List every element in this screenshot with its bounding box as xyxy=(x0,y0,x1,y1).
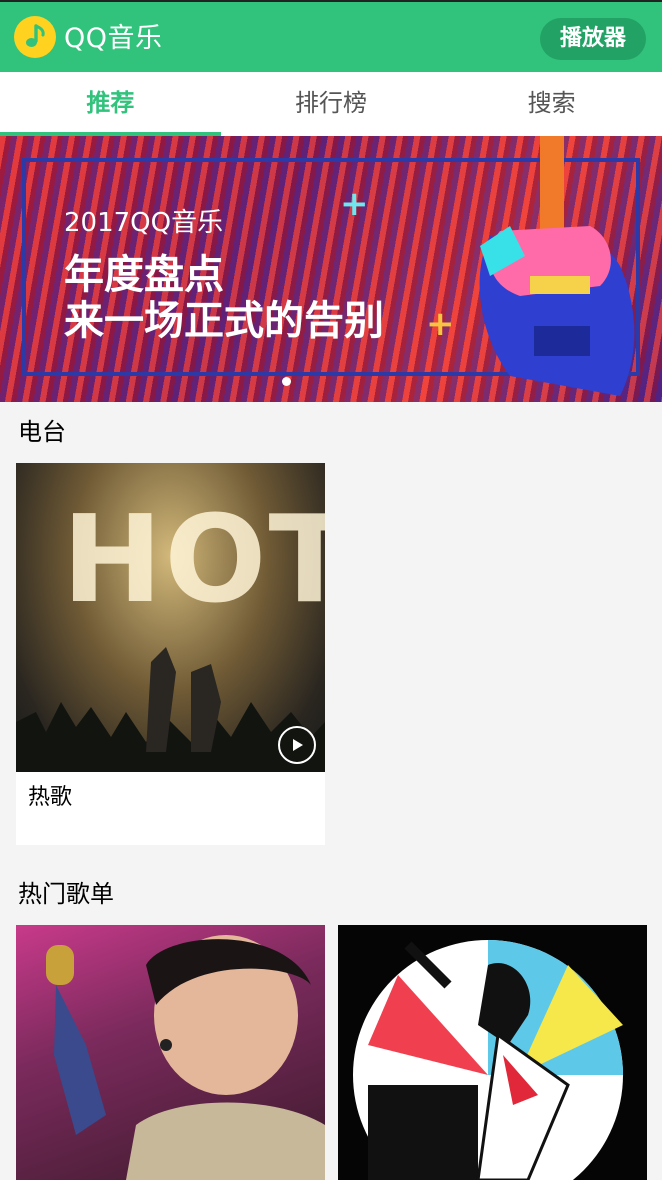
qq-music-logo-icon[interactable] xyxy=(14,16,56,58)
radio-item-label: 热歌 xyxy=(28,785,73,810)
section-title-playlists: 热门歌单 xyxy=(18,880,114,908)
radio-cover-image: HOT xyxy=(16,463,325,772)
player-button[interactable]: 播放器 xyxy=(540,18,646,60)
tab-bar: 推荐 排行榜 搜索 xyxy=(0,72,662,136)
cover-hot-text: HOT xyxy=(62,491,325,630)
brand-title: QQ音乐 xyxy=(64,23,163,54)
playlist-cover-illustration-image xyxy=(353,940,623,1180)
play-button[interactable] xyxy=(278,726,316,764)
guitar-illustration-icon xyxy=(479,136,635,396)
plus-decoration-icon: + xyxy=(426,304,455,344)
tab-charts[interactable]: 排行榜 xyxy=(221,72,442,136)
banner-pagination-dot[interactable] xyxy=(282,377,291,386)
plus-decoration-icon: + xyxy=(340,184,369,224)
tab-search[interactable]: 搜索 xyxy=(441,72,662,136)
banner-subtitle: 2017QQ音乐 xyxy=(64,208,224,238)
section-title-radio: 电台 xyxy=(18,418,66,446)
playlist-card[interactable] xyxy=(16,925,325,1180)
banner-headline-2: 来一场正式的告别 xyxy=(64,298,384,344)
play-icon xyxy=(293,739,303,751)
promo-banner[interactable]: 2017QQ音乐 年度盘点 来一场正式的告别 + + xyxy=(0,136,662,402)
playlist-card[interactable] xyxy=(338,925,647,1180)
app-header: QQ音乐 播放器 xyxy=(0,0,662,72)
tab-recommend[interactable]: 推荐 xyxy=(0,72,221,136)
playlist-cover-singer-image xyxy=(46,935,325,1180)
radio-card[interactable]: HOT 热歌 xyxy=(16,463,325,845)
